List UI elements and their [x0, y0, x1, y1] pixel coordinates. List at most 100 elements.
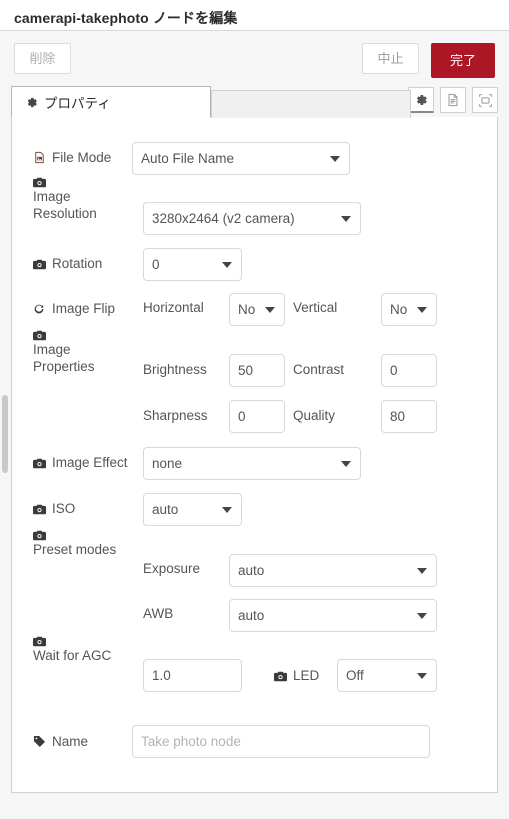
chevron-down-icon	[222, 506, 232, 513]
iso-label-group: ISO	[33, 500, 75, 517]
led-value: Off	[346, 668, 364, 683]
file-mode-label-group: File Mode	[33, 149, 111, 166]
sharpness-value: 0	[238, 409, 246, 424]
tab-bar: プロパティ	[0, 85, 509, 118]
image-resolution-value: 3280x2464 (v2 camera)	[152, 211, 295, 226]
name-placeholder: Take photo node	[141, 734, 241, 749]
appearance-icon	[478, 93, 493, 108]
chevron-down-icon	[222, 261, 232, 268]
properties-form: File Mode Auto File Name Image Resolutio…	[11, 117, 498, 793]
tool-appearance-icon-button[interactable]	[472, 87, 498, 113]
tag-icon	[33, 735, 48, 748]
delete-button[interactable]: 削除	[14, 43, 71, 74]
rotation-label-group: Rotation	[33, 255, 102, 272]
dialog-button-bar: 削除 中止 完了	[0, 31, 509, 85]
wait-for-agc-value: 1.0	[152, 668, 171, 683]
chevron-down-icon	[417, 567, 427, 574]
preset-modes-label: Preset modes	[33, 542, 117, 557]
chevron-down-icon	[330, 155, 340, 162]
wait-for-agc-input[interactable]: 1.0	[143, 659, 242, 692]
node-edit-dialog: camerapi-takephoto ノードを編集 削除 中止 完了 プロパティ	[0, 0, 509, 819]
led-label: LED	[293, 668, 320, 683]
awb-select[interactable]: auto	[229, 599, 437, 632]
chevron-down-icon	[341, 215, 351, 222]
image-flip-label: Image Flip	[52, 301, 116, 316]
name-input[interactable]: Take photo node	[132, 725, 430, 758]
contrast-label: Contrast	[293, 362, 345, 377]
image-effect-select[interactable]: none	[143, 447, 361, 480]
image-flip-label-group: Image Flip	[33, 300, 115, 317]
brightness-input[interactable]: 50	[229, 354, 285, 387]
tab-placeholder	[211, 90, 411, 118]
exposure-select[interactable]: auto	[229, 554, 437, 587]
gear-icon	[25, 96, 38, 109]
image-flip-vertical-label: Vertical	[293, 300, 338, 315]
sharpness-label: Sharpness	[143, 408, 208, 423]
file-image-icon	[33, 151, 48, 164]
exposure-label: Exposure	[143, 561, 201, 576]
image-flip-vertical-value: No	[390, 302, 408, 317]
name-label: Name	[52, 734, 89, 749]
wait-for-agc-label: Wait for AGC	[33, 648, 112, 663]
file-mode-select[interactable]: Auto File Name	[132, 142, 350, 175]
tab-properties-label: プロパティ	[44, 96, 111, 111]
scrollbar-thumb[interactable]	[2, 395, 8, 473]
image-effect-value: none	[152, 456, 183, 471]
camera-icon	[33, 330, 133, 341]
contrast-value: 0	[390, 363, 398, 378]
camera-icon	[33, 530, 133, 541]
image-flip-horizontal-select[interactable]: No	[229, 293, 285, 326]
image-resolution-select[interactable]: 3280x2464 (v2 camera)	[143, 202, 361, 235]
quality-input[interactable]: 80	[381, 400, 437, 433]
iso-label: ISO	[52, 501, 76, 516]
led-select[interactable]: Off	[337, 659, 437, 692]
image-flip-horizontal-value: No	[238, 302, 256, 317]
image-resolution-label: Image Resolution	[33, 189, 97, 221]
rotate-icon	[33, 303, 48, 315]
chevron-down-icon	[417, 612, 427, 619]
chevron-down-icon	[417, 672, 427, 679]
image-resolution-label-group: Image Resolution	[33, 177, 133, 222]
camera-icon	[33, 177, 133, 188]
rotation-select[interactable]: 0	[143, 248, 242, 281]
page-title: camerapi-takephoto ノードを編集	[14, 10, 238, 26]
camera-icon	[33, 458, 48, 469]
chevron-down-icon	[417, 306, 427, 313]
awb-value: auto	[238, 608, 265, 623]
camera-icon	[274, 671, 289, 682]
sharpness-input[interactable]: 0	[229, 400, 285, 433]
quality-label: Quality	[293, 408, 336, 423]
dialog-title-bar: camerapi-takephoto ノードを編集	[0, 0, 509, 31]
quality-value: 80	[390, 409, 406, 424]
image-effect-label-group: Image Effect	[33, 454, 128, 471]
rotation-label: Rotation	[52, 256, 103, 271]
image-properties-label: Image Properties	[33, 342, 95, 374]
image-properties-label-group: Image Properties	[33, 330, 133, 375]
tool-gear-icon-button[interactable]	[408, 87, 434, 113]
rotation-value: 0	[152, 257, 160, 272]
done-button[interactable]: 完了	[431, 43, 495, 78]
iso-select[interactable]: auto	[143, 493, 242, 526]
description-icon	[446, 93, 460, 107]
exposure-value: auto	[238, 563, 265, 578]
preset-modes-label-group: Preset modes	[33, 530, 133, 558]
tab-properties[interactable]: プロパティ	[11, 86, 211, 118]
camera-icon	[33, 504, 48, 515]
gear-icon	[414, 93, 428, 107]
image-flip-vertical-select[interactable]: No	[381, 293, 437, 326]
wait-for-agc-label-group: Wait for AGC	[33, 636, 133, 664]
brightness-value: 50	[238, 363, 254, 378]
awb-label: AWB	[143, 606, 174, 621]
led-label-group: LED	[274, 667, 319, 684]
chevron-down-icon	[265, 306, 275, 313]
file-mode-label: File Mode	[52, 150, 112, 165]
brightness-label: Brightness	[143, 362, 207, 377]
iso-value: auto	[152, 502, 179, 517]
camera-icon	[33, 636, 133, 647]
image-effect-label: Image Effect	[52, 455, 128, 470]
name-label-group: Name	[33, 733, 88, 750]
tool-description-icon-button[interactable]	[440, 87, 466, 113]
contrast-input[interactable]: 0	[381, 354, 437, 387]
cancel-button[interactable]: 中止	[362, 43, 419, 74]
chevron-down-icon	[341, 460, 351, 467]
